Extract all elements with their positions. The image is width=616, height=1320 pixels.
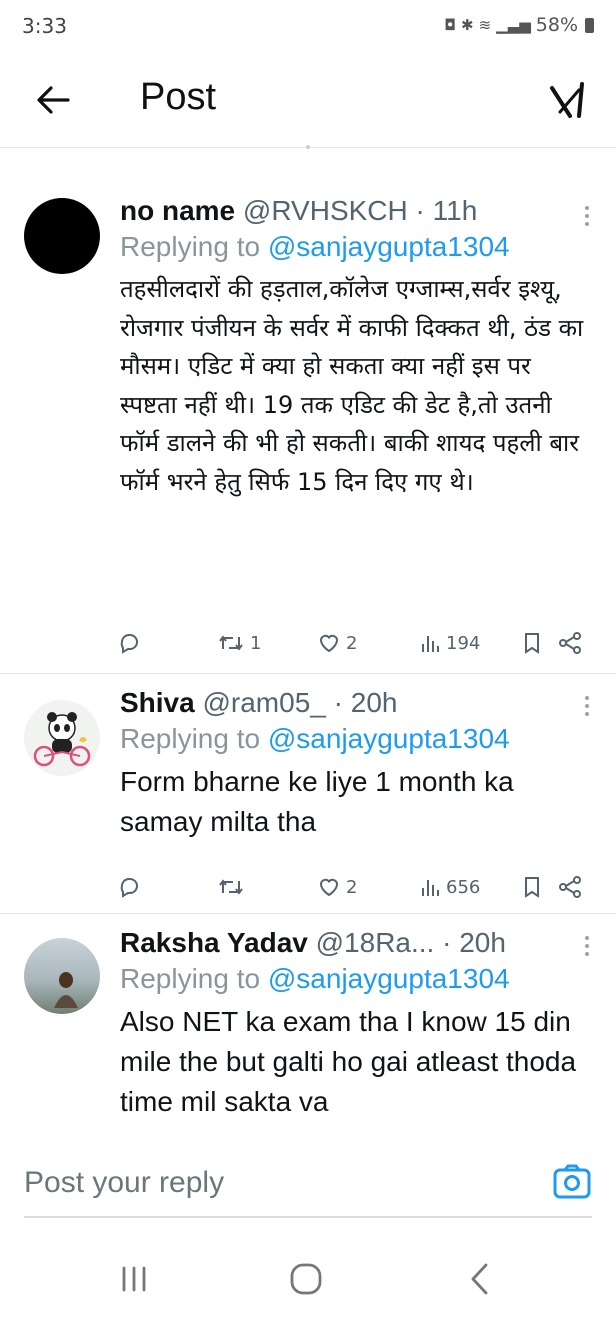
views-count: 656 — [446, 876, 481, 898]
camera-icon — [553, 1164, 591, 1199]
share-button[interactable] — [558, 872, 582, 902]
tweet-header: no name @RVHSKCH · 11h — [120, 194, 588, 228]
bookmark-icon — [525, 877, 539, 898]
like-button[interactable]: 2 — [318, 628, 357, 658]
bookmark-button[interactable] — [523, 872, 541, 902]
mention-link[interactable]: @sanjaygupta1304 — [268, 231, 510, 262]
avatar[interactable] — [24, 938, 100, 1014]
status-bar: 3:33 ◘ ✱ ≋ ▁▃▅ 58% — [0, 0, 616, 52]
tweet-text: तहसीलदारों की हड़ताल,कॉलेज एग्जाम्स,सर्व… — [120, 275, 584, 496]
retweet-icon — [219, 635, 243, 651]
tweet-actions: 1 2 194 — [118, 628, 588, 658]
tweet-text: Form bharne ke liye 1 month ka samay mil… — [120, 766, 514, 837]
reply-composer — [0, 1130, 616, 1240]
avatar[interactable] — [24, 198, 100, 274]
like-button[interactable]: 2 — [318, 872, 357, 902]
replying-to: Replying to @sanjaygupta1304 — [120, 231, 510, 262]
author-name[interactable]: Shiva — [120, 687, 195, 718]
retweet-button[interactable]: 1 — [218, 628, 261, 658]
share-icon — [559, 632, 581, 654]
mention-link[interactable]: @sanjaygupta1304 — [268, 963, 510, 994]
views-icon — [422, 880, 439, 896]
reply-button[interactable] — [118, 628, 140, 658]
signal-icon: ▁▃▅ — [496, 16, 531, 34]
home-button[interactable] — [276, 1254, 336, 1304]
replies-feed[interactable]: no name @RVHSKCH · 11h Replying to @sanj… — [0, 150, 616, 1130]
bookmark-button[interactable] — [523, 628, 541, 658]
views-button[interactable]: 194 — [420, 628, 480, 658]
like-count: 2 — [346, 632, 358, 654]
replying-to: Replying to @sanjaygupta1304 — [120, 963, 510, 994]
grok-button[interactable] — [546, 78, 590, 122]
bookmark-icon — [525, 633, 539, 654]
wifi-icon: ≋ — [478, 16, 492, 34]
retweet-count: 1 — [250, 632, 262, 654]
home-icon — [290, 1263, 322, 1295]
recents-button[interactable] — [104, 1254, 164, 1304]
views-count: 194 — [446, 632, 481, 654]
author-handle[interactable]: @ram05_ — [202, 687, 325, 718]
reply-icon — [120, 634, 138, 654]
divider — [24, 1216, 592, 1218]
camera-button[interactable] — [552, 1162, 592, 1202]
battery-icon — [585, 17, 594, 33]
retweet-button[interactable] — [218, 872, 250, 902]
mention-link[interactable]: @sanjaygupta1304 — [268, 723, 510, 754]
recents-icon — [122, 1266, 146, 1292]
scroll-handle — [306, 145, 310, 149]
author-handle[interactable]: @18Ra... — [316, 927, 435, 958]
tweet-time: · 20h — [333, 687, 398, 718]
profile-photo-icon — [54, 972, 78, 1008]
nav-back-icon — [471, 1263, 488, 1295]
top-app-bar: Post — [0, 52, 616, 148]
replying-to: Replying to @sanjaygupta1304 — [120, 723, 510, 754]
back-arrow-icon — [37, 86, 70, 114]
author-name[interactable]: Raksha Yadav — [120, 927, 308, 958]
reply-icon — [120, 878, 138, 898]
grok-icon — [550, 82, 584, 118]
panda-avatar-icon — [33, 712, 91, 767]
like-icon — [319, 878, 339, 897]
reply-input[interactable] — [24, 1160, 504, 1206]
page-title: Post — [140, 76, 217, 118]
views-icon — [422, 636, 439, 652]
avatar[interactable] — [24, 700, 100, 776]
bluetooth-icon: ✱ — [461, 16, 474, 34]
tweet-header: Shiva @ram05_ · 20h — [120, 686, 588, 720]
tweet-time: · 11h — [415, 195, 478, 226]
reply-tweet[interactable]: no name @RVHSKCH · 11h Replying to @sanj… — [0, 150, 616, 674]
author-handle[interactable]: @RVHSKCH — [243, 195, 408, 226]
like-count: 2 — [346, 876, 358, 898]
status-icons: ◘ ✱ ≋ ▁▃▅ 58% — [444, 14, 594, 36]
back-button[interactable] — [28, 78, 78, 122]
tweet-time: · 20h — [442, 927, 506, 958]
share-icon — [559, 876, 581, 898]
status-time: 3:33 — [22, 14, 67, 38]
share-button[interactable] — [558, 628, 582, 658]
reply-tweet[interactable]: Shiva @ram05_ · 20h Replying to @sanjayg… — [0, 674, 616, 914]
battery-percent: 58% — [535, 14, 578, 36]
system-nav-bar — [0, 1240, 616, 1320]
alarm-icon: ◘ — [444, 16, 456, 34]
author-name[interactable]: no name — [120, 195, 235, 226]
tweet-actions: 2 656 — [118, 872, 588, 902]
reply-button[interactable] — [118, 872, 140, 902]
views-button[interactable]: 656 — [420, 872, 480, 902]
tweet-header: Raksha Yadav @18Ra... · 20h — [120, 926, 588, 960]
reply-tweet[interactable]: Raksha Yadav @18Ra... · 20h Replying to … — [0, 914, 616, 1130]
retweet-icon — [219, 879, 243, 895]
nav-back-button[interactable] — [450, 1254, 510, 1304]
tweet-text: Also NET ka exam tha I know 15 din mile … — [120, 1006, 577, 1117]
like-icon — [319, 634, 339, 653]
